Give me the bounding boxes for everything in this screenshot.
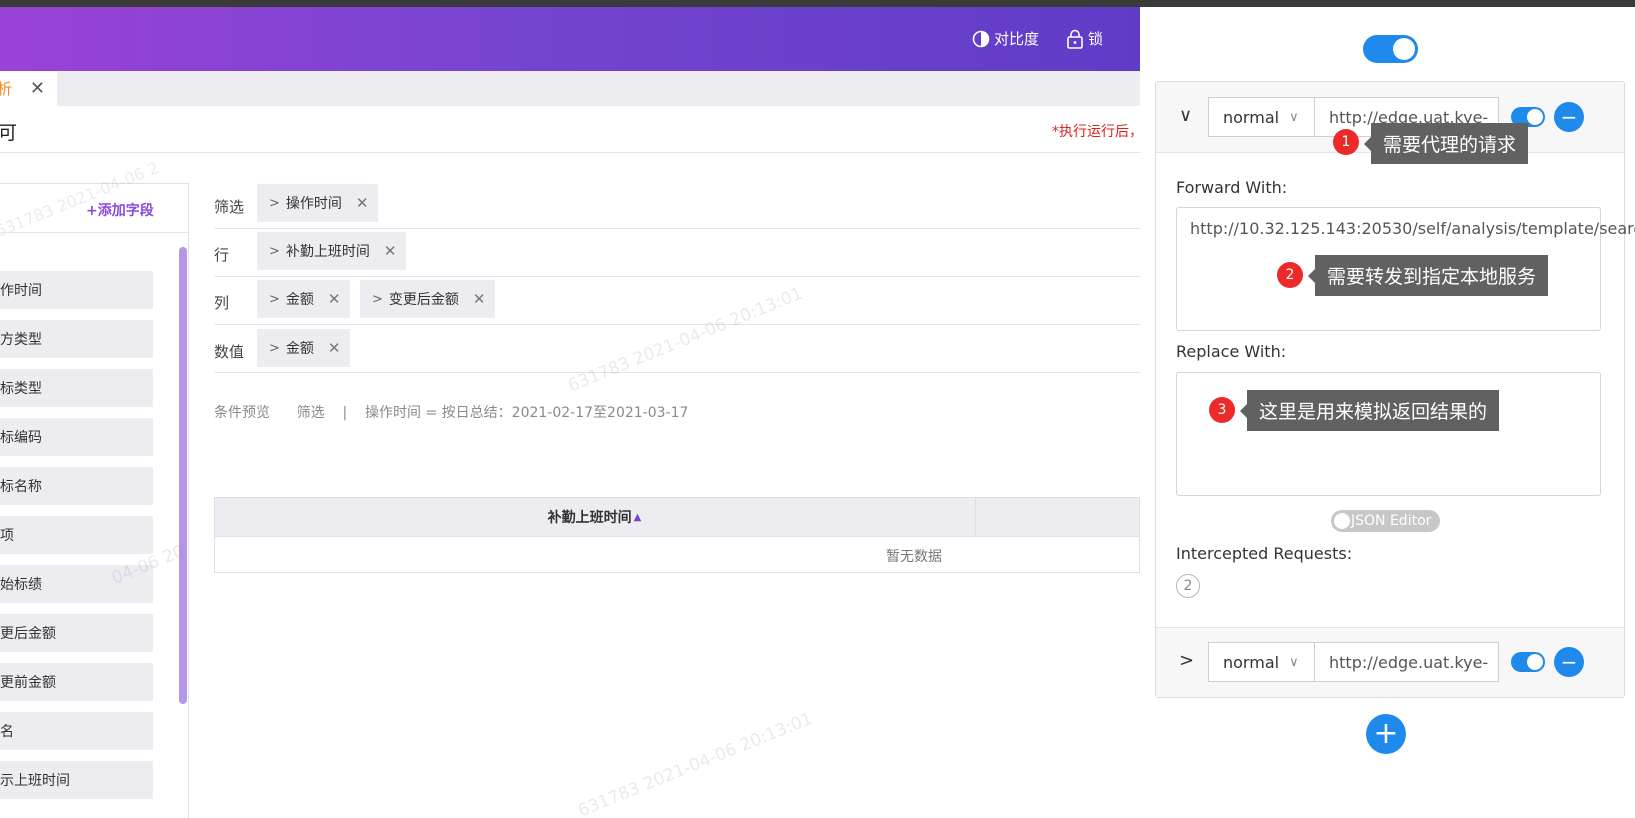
- row-divider: [214, 276, 1140, 277]
- value-row-label: 数值: [214, 343, 245, 361]
- column-chip[interactable]: > 变更后金额 ✕: [360, 280, 496, 318]
- contrast-toggle[interactable]: 对比度: [972, 28, 1039, 49]
- row-divider: [214, 228, 1140, 229]
- row-row-label: 行: [214, 246, 230, 264]
- field-item[interactable]: 作时间: [0, 271, 153, 309]
- lock-icon: [1066, 29, 1084, 49]
- lock-label: 锁: [1088, 30, 1104, 48]
- intercepted-requests-label: Intercepted Requests:: [1176, 544, 1353, 563]
- title-row: [0, 106, 1140, 153]
- preview-label: 条件预览: [214, 405, 270, 421]
- tab-close-icon[interactable]: ✕: [30, 78, 45, 99]
- table-column-header[interactable]: 补勤上班时间 ▲: [214, 497, 976, 537]
- tab-bar: [0, 71, 1140, 106]
- row-divider: [214, 372, 1140, 373]
- chip-label: 操作时间: [285, 196, 342, 212]
- field-panel-divider: [0, 232, 189, 233]
- table-body: [214, 537, 1140, 573]
- forward-with-label: Forward With:: [1176, 178, 1288, 197]
- field-item[interactable]: 示上班时间: [0, 761, 153, 799]
- rule2-enable-toggle[interactable]: [1511, 652, 1545, 672]
- chevron-down-icon: ∨: [1289, 109, 1299, 125]
- chevron-right-icon: >: [269, 291, 280, 307]
- field-item[interactable]: 更后金额: [0, 614, 153, 652]
- page-title: 可: [0, 122, 18, 144]
- close-icon[interactable]: ✕: [328, 339, 341, 357]
- intercepted-count-badge[interactable]: 2: [1176, 574, 1200, 598]
- field-item[interactable]: 项: [0, 516, 153, 554]
- add-rule-button[interactable]: +: [1366, 714, 1406, 754]
- chevron-right-icon: >: [269, 195, 280, 211]
- field-item[interactable]: 标类型: [0, 369, 153, 407]
- add-field-button[interactable]: +添加字段: [86, 200, 154, 220]
- close-icon[interactable]: ✕: [328, 290, 341, 308]
- rule2-remove-button[interactable]: −: [1554, 647, 1584, 677]
- chevron-right-icon: >: [269, 243, 280, 259]
- chevron-right-icon: >: [269, 340, 280, 356]
- chip-label: 补勤上班时间: [285, 244, 370, 260]
- condition-preview: 条件预览 筛选 | 操作时间 = 按日总结：2021-02-17至2021-03…: [214, 402, 688, 422]
- collapse-chevron-icon[interactable]: ∨: [1179, 105, 1192, 126]
- contrast-icon: [972, 30, 990, 48]
- rule2-mode-select[interactable]: normal ∨: [1208, 642, 1315, 682]
- chip-label: 变更后金额: [388, 292, 459, 308]
- rule1-remove-button[interactable]: −: [1554, 102, 1584, 132]
- window-top-strip: [0, 0, 1635, 7]
- annotation-badge-2: 2: [1277, 262, 1303, 288]
- column-row-label: 列: [214, 294, 230, 312]
- sort-up-icon[interactable]: ▲: [634, 512, 642, 523]
- row-divider: [214, 324, 1140, 325]
- annotation-tooltip-3: 这里是用来模拟返回结果的: [1239, 390, 1500, 431]
- field-panel-scrollbar[interactable]: [179, 247, 187, 704]
- close-icon[interactable]: ✕: [384, 242, 397, 260]
- close-icon[interactable]: ✕: [356, 194, 369, 212]
- lock-button[interactable]: 锁: [1066, 28, 1103, 49]
- row-chip[interactable]: > 补勤上班时间 ✕: [257, 232, 407, 270]
- field-item[interactable]: 方类型: [0, 320, 153, 358]
- filter-chip[interactable]: > 操作时间 ✕: [257, 184, 379, 222]
- chip-label: 金额: [285, 292, 314, 308]
- chevron-down-icon: ∨: [1289, 654, 1299, 670]
- watermark: 631783 2021-04-06 20:13:01: [565, 283, 806, 397]
- json-editor-label: JSON Editor: [1351, 513, 1432, 529]
- field-item[interactable]: 名: [0, 712, 153, 750]
- field-item[interactable]: 标名称: [0, 467, 153, 505]
- master-enable-toggle[interactable]: [1363, 35, 1418, 63]
- annotation-badge-3: 3: [1209, 397, 1235, 423]
- annotation-badge-1: 1: [1333, 129, 1359, 155]
- contrast-label: 对比度: [994, 30, 1040, 48]
- chip-label: 金额: [285, 341, 314, 357]
- tab-label: 析: [0, 80, 13, 98]
- field-item[interactable]: 标编码: [0, 418, 153, 456]
- mode-value: normal: [1223, 652, 1280, 672]
- run-warning: *执行运行后，: [1052, 124, 1143, 140]
- watermark: 631783 2021-04-06 20:13:01: [575, 708, 816, 818]
- field-item[interactable]: 更前金额: [0, 663, 153, 701]
- annotation-tooltip-1: 需要代理的请求: [1363, 123, 1529, 164]
- chevron-right-icon: >: [372, 291, 383, 307]
- close-icon[interactable]: ✕: [473, 290, 486, 308]
- replace-with-label: Replace With:: [1176, 342, 1287, 361]
- expand-chevron-icon[interactable]: >: [1179, 650, 1194, 671]
- preview-condition: 操作时间 = 按日总结：2021-02-17至2021-03-17: [365, 405, 689, 421]
- column-header-label: 补勤上班时间: [547, 510, 632, 526]
- value-chip[interactable]: > 金额 ✕: [257, 329, 351, 367]
- annotation-tooltip-2: 需要转发到指定本地服务: [1307, 255, 1549, 296]
- empty-text: 暂无数据: [886, 549, 942, 565]
- mode-value: normal: [1223, 107, 1280, 127]
- app-header: [0, 7, 1140, 71]
- column-chip[interactable]: > 金额 ✕: [257, 280, 351, 318]
- filter-row-label: 筛选: [214, 198, 245, 216]
- json-editor-toggle[interactable]: JSON Editor: [1331, 510, 1440, 532]
- preview-separator: |: [342, 405, 348, 421]
- rule1-mode-select[interactable]: normal ∨: [1208, 97, 1315, 137]
- tab-analysis[interactable]: 析 ✕: [0, 71, 57, 106]
- rule2-url-input[interactable]: http://edge.uat.kye-: [1315, 642, 1499, 682]
- preview-type: 筛选: [296, 405, 325, 421]
